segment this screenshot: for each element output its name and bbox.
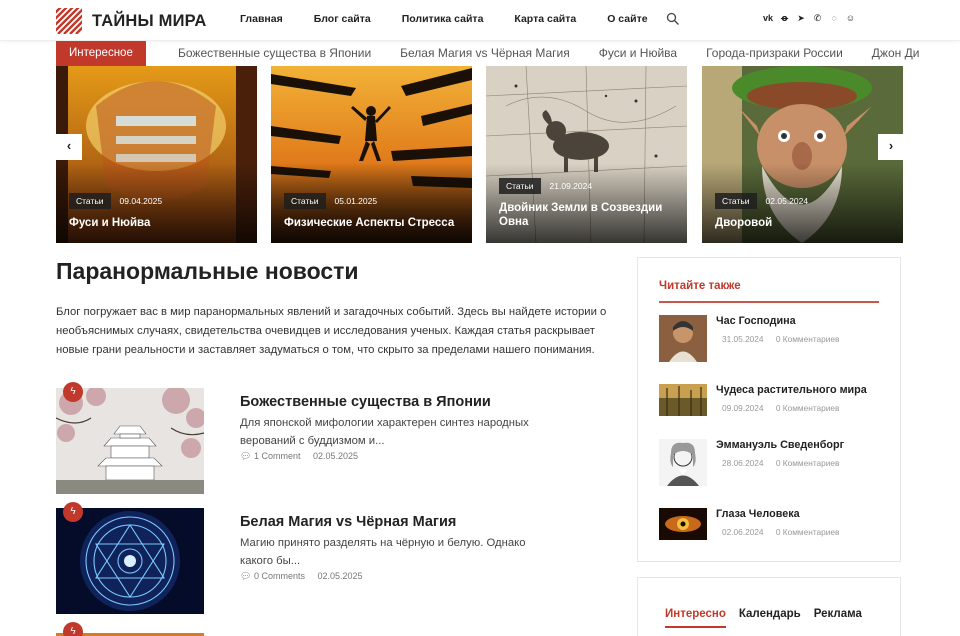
tab-ads[interactable]: Реклама (814, 608, 862, 628)
site-name: ТАЙНЫ МИРА (92, 11, 207, 30)
page-title: Паранормальные новости (56, 258, 359, 284)
post-date: 02.05.2025 (313, 451, 359, 461)
post-title[interactable]: Божественные существа в Японии (240, 394, 491, 410)
related-date: 02.06.2024 (722, 527, 764, 537)
card-title[interactable]: Физические Аспекты Стресса (284, 216, 469, 230)
tab-calendar[interactable]: Календарь (739, 608, 801, 628)
widget-underline (659, 301, 879, 303)
post-date: 02.05.2025 (317, 571, 363, 581)
card-title[interactable]: Дворовой (715, 216, 900, 230)
slider-prev-button[interactable]: ‹ (56, 134, 82, 160)
related-comments[interactable]: 0 Комментариев (776, 527, 840, 537)
card-tag[interactable]: Статьи (715, 193, 757, 209)
post-title[interactable]: Белая Магия vs Чёрная Магия (240, 514, 456, 530)
post-item: ϟ (56, 622, 616, 636)
post-excerpt: Для японской мифологии характерен синтез… (240, 417, 529, 447)
tab-interesting[interactable]: Интересно (665, 608, 726, 628)
related-comments[interactable]: 0 Комментариев (776, 403, 840, 413)
post-item: ϟ Божественные существа в Японии Для япо… (56, 382, 616, 496)
main-nav: Главная Блог сайта Политика сайта Карта … (240, 13, 679, 25)
nav-about[interactable]: О сайте (607, 13, 647, 25)
ticker-item[interactable]: Божественные существа в Японии (178, 41, 371, 66)
related-thumbnail[interactable] (659, 315, 707, 362)
related-comments[interactable]: 0 Комментариев (776, 334, 840, 344)
related-date: 28.06.2024 (722, 458, 764, 468)
related-meta: 31.05.2024 0 Комментариев (722, 334, 839, 344)
lightning-icon: ϟ (63, 382, 83, 402)
ticker-items: Божественные существа в Японии Белая Маг… (178, 41, 948, 66)
card-title[interactable]: Фуси и Нюйва (69, 216, 254, 230)
post-excerpt: Магию принято разделять на чёрную и белу… (240, 537, 526, 567)
related-meta: 09.09.2024 0 Комментариев (722, 403, 839, 413)
logo-stripes-icon (56, 8, 82, 34)
ticker-label: Интересное (56, 41, 146, 66)
slider-card[interactable]: Статьи 21.09.2024 Двойник Земли в Созвез… (486, 66, 687, 243)
widget-tabs: Интересно Календарь Реклама (665, 608, 875, 628)
post-meta: 💬︎ 0 Comments 02.05.2025 (240, 571, 363, 582)
ticker-item[interactable]: Джон Ди (872, 41, 920, 66)
viber-icon[interactable]: ✆ (813, 13, 823, 24)
slider-card[interactable]: Статьи 02.05.2024 Дворовой (702, 66, 903, 243)
social-links: vk ꝋ ➤ ✆ ◌ ☺ (763, 13, 862, 24)
card-tag[interactable]: Статьи (69, 193, 111, 209)
related-date: 09.09.2024 (722, 403, 764, 413)
post-thumbnail[interactable] (56, 508, 204, 614)
card-date: 21.09.2024 (549, 181, 593, 191)
post-item: ϟ Белая Магия vs Чёрная Магия Магию прин… (56, 502, 616, 616)
nav-sitemap[interactable]: Карта сайта (514, 13, 576, 25)
slider-card[interactable]: Статьи 05.01.2025 Физические Аспекты Стр… (271, 66, 472, 243)
related-widget: Читайте также Час Господина 31.05.2024 0… (637, 257, 901, 562)
related-title[interactable]: Чудеса растительного мира (716, 384, 867, 396)
related-thumbnail[interactable] (659, 508, 707, 540)
nav-home[interactable]: Главная (240, 13, 283, 25)
related-comments[interactable]: 0 Комментариев (776, 458, 840, 468)
related-meta: 02.06.2024 0 Комментариев (722, 527, 839, 537)
vk-icon[interactable]: vk (763, 13, 773, 24)
post-thumbnail[interactable] (56, 388, 204, 494)
related-title[interactable]: Глаза Человека (716, 508, 800, 520)
nav-blog[interactable]: Блог сайта (314, 13, 371, 25)
whatsapp-icon[interactable]: ◌ (829, 13, 839, 24)
post-meta: 💬︎ 1 Comment 02.05.2025 (240, 451, 358, 462)
slider-next-button[interactable]: › (878, 134, 904, 160)
comment-icon: 💬︎ (240, 571, 252, 581)
card-tag[interactable]: Статьи (284, 193, 326, 209)
related-thumbnail[interactable] (659, 384, 707, 416)
search-icon[interactable] (666, 12, 680, 26)
post-comments[interactable]: 1 Comment (254, 451, 301, 461)
telegram-icon[interactable]: ➤ (796, 13, 806, 24)
card-date: 02.05.2024 (765, 196, 809, 206)
related-thumbnail[interactable] (659, 439, 707, 486)
page-intro: Блог погружает вас в мир паранормальных … (56, 306, 607, 356)
ticker-item[interactable]: Фуси и Нюйва (599, 41, 677, 66)
widget-heading: Читайте также (659, 280, 741, 292)
card-date: 09.04.2025 (119, 196, 163, 206)
card-title[interactable]: Двойник Земли в Созвездии Овна (499, 201, 684, 229)
slider-card[interactable]: Статьи 09.04.2025 Фуси и Нюйва (56, 66, 257, 243)
vk-messenger-icon[interactable]: ☺ (846, 13, 856, 24)
card-date: 05.01.2025 (334, 196, 378, 206)
featured-slider: Статьи 09.04.2025 Фуси и Нюйва Статьи 05… (0, 66, 960, 244)
news-ticker: Интересное Божественные существа в Япони… (0, 41, 960, 66)
card-tag[interactable]: Статьи (499, 178, 541, 194)
related-title[interactable]: Эммануэль Сведенборг (716, 439, 844, 451)
ticker-item[interactable]: Белая Магия vs Чёрная Магия (400, 41, 570, 66)
ticker-item[interactable]: Города-призраки России (706, 41, 843, 66)
post-comments[interactable]: 0 Comments (254, 571, 305, 581)
related-meta: 28.06.2024 0 Комментариев (722, 458, 839, 468)
lightning-icon: ϟ (63, 622, 83, 636)
tabs-widget: Интересно Календарь Реклама (637, 577, 901, 636)
site-logo[interactable]: ТАЙНЫ МИРА (56, 8, 207, 34)
nav-policy[interactable]: Политика сайта (402, 13, 484, 25)
site-header: ТАЙНЫ МИРА Главная Блог сайта Политика с… (0, 0, 960, 41)
ok-icon[interactable]: ꝋ (780, 13, 790, 24)
related-date: 31.05.2024 (722, 334, 764, 344)
lightning-icon: ϟ (63, 502, 83, 522)
related-title[interactable]: Час Господина (716, 315, 796, 327)
comment-icon: 💬︎ (240, 451, 252, 461)
